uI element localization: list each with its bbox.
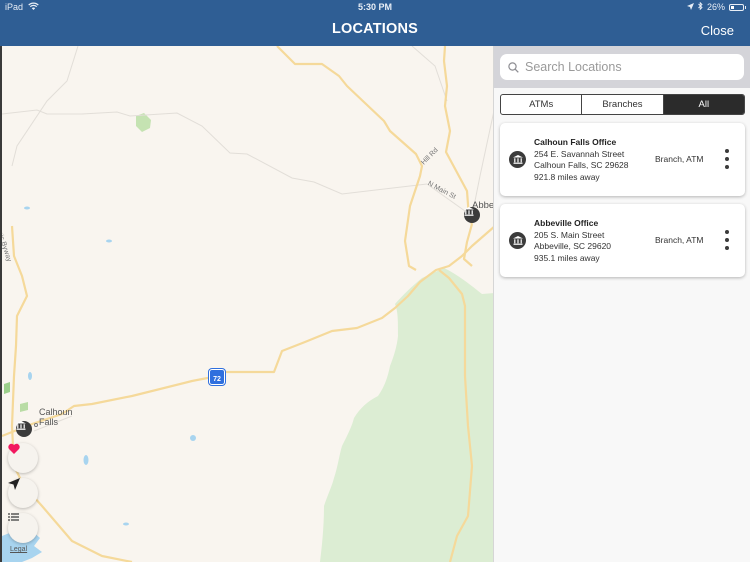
filter-atms[interactable]: ATMs: [501, 95, 583, 114]
water-body: [190, 435, 196, 441]
location-distance: 935.1 miles away: [534, 252, 600, 263]
route-72-shield: 72: [209, 369, 225, 385]
status-time: 5:30 PM: [357, 2, 392, 12]
search-icon: [508, 61, 519, 73]
battery-level: [731, 5, 734, 9]
location-street: 254 E. Savannah Street: [534, 148, 625, 159]
location-card[interactable]: Abbeville Office 205 S. Main Street Abbe…: [500, 204, 745, 277]
search-field[interactable]: [500, 54, 744, 80]
filter-branches[interactable]: Branches: [582, 95, 664, 114]
list-icon: [8, 513, 19, 521]
bank-icon: [464, 207, 474, 216]
page-title: LOCATIONS: [331, 21, 419, 37]
location-distance: 921.8 miles away: [534, 171, 600, 182]
search-input[interactable]: [525, 60, 735, 74]
location-arrow-icon: [686, 2, 694, 12]
battery-percent: 26%: [706, 2, 725, 12]
bank-pin-calhoun-falls[interactable]: [16, 421, 32, 437]
battery-icon: [729, 3, 746, 11]
list-view-button[interactable]: [8, 513, 38, 543]
status-bar-right: 26%: [686, 1, 746, 12]
location-info: Calhoun Falls Office 254 E. Savannah Str…: [534, 137, 629, 183]
park-patch: [4, 382, 10, 394]
current-location-button[interactable]: [8, 478, 38, 508]
calhoun-label-line2: Falls: [39, 417, 59, 427]
location-city: Calhoun Falls, SC 29628: [534, 160, 629, 170]
park-patch: [20, 402, 28, 412]
location-types: Branch, ATM: [655, 235, 704, 245]
water-body: [24, 206, 30, 210]
water-body: [123, 522, 129, 526]
location-types: Branch, ATM: [655, 154, 704, 164]
water-body: [28, 372, 32, 380]
location-arrow-icon: [8, 478, 20, 490]
calhoun-falls-label: Calhoun Falls: [39, 407, 73, 427]
map-view[interactable]: Scenic Byway Hill Rd N Main St Abbe Calh…: [0, 46, 493, 562]
location-name: Abbeville Office: [534, 218, 599, 228]
location-name: Calhoun Falls Office: [534, 137, 617, 147]
bluetooth-icon: [698, 1, 703, 12]
water-body: [83, 455, 89, 465]
calhoun-label-line1: Calhoun: [39, 407, 73, 417]
bank-icon: [509, 151, 526, 168]
location-street: 205 S. Main Street: [534, 229, 605, 240]
search-bar: [494, 46, 750, 88]
location-card[interactable]: Calhoun Falls Office 254 E. Savannah Str…: [500, 123, 745, 196]
more-options-icon[interactable]: [722, 149, 732, 169]
water-body: [106, 239, 112, 243]
town-dot: [34, 423, 38, 427]
bank-pin-abbeville[interactable]: [464, 207, 480, 223]
location-filter: ATMs Branches All: [500, 94, 745, 115]
locations-panel: ATMs Branches All Calhoun Falls Office 2…: [493, 46, 750, 562]
favorites-button[interactable]: [8, 443, 38, 473]
map-canvas: [2, 46, 493, 562]
location-info: Abbeville Office 205 S. Main Street Abbe…: [534, 218, 611, 264]
navigation-bar: iPad 5:30 PM 26% LOCATIONS Close: [0, 0, 750, 46]
heart-icon: [8, 443, 20, 454]
bank-icon: [509, 232, 526, 249]
bank-icon: [16, 421, 26, 430]
more-options-icon[interactable]: [722, 230, 732, 250]
close-button[interactable]: Close: [701, 23, 734, 38]
filter-all[interactable]: All: [663, 95, 744, 114]
location-city: Abbeville, SC 29620: [534, 241, 612, 251]
legal-link[interactable]: Legal: [10, 546, 27, 553]
